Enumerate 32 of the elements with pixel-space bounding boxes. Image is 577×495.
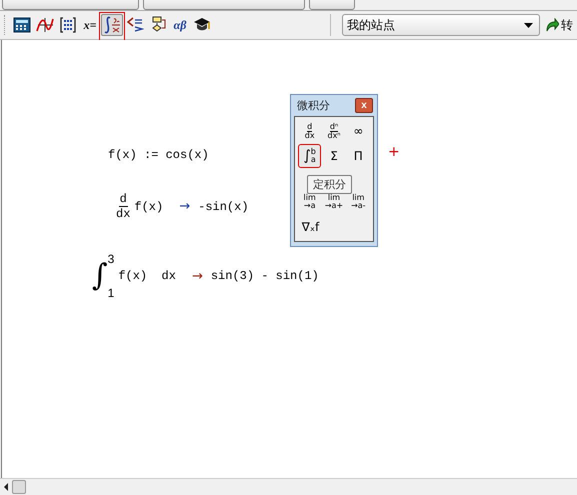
evaluation-toolbar-button[interactable]: x= bbox=[80, 14, 100, 36]
math-result: -sin(x) bbox=[198, 200, 249, 214]
comparison-icon bbox=[126, 16, 144, 34]
palette-button[interactable]: Π bbox=[346, 144, 370, 168]
integral-derivative-icon bbox=[103, 16, 121, 34]
dropdown-arrow-icon bbox=[524, 22, 533, 28]
palette-button[interactable]: ∇ₓf bbox=[298, 215, 323, 239]
tooltip: 定积分 bbox=[307, 175, 352, 194]
palette-title: 微积分 bbox=[297, 98, 330, 113]
symbolic-arrow: → bbox=[192, 268, 203, 284]
address-field[interactable]: 我的站点 bbox=[342, 14, 540, 36]
palette-button[interactable]: ∞ bbox=[346, 119, 370, 143]
crosshair-cursor: + bbox=[388, 144, 400, 160]
graph-icon bbox=[36, 16, 54, 34]
matrix-icon bbox=[59, 16, 77, 34]
go-button[interactable]: 转 bbox=[545, 16, 573, 34]
greek-toolbar-button[interactable]: αβ bbox=[170, 14, 190, 36]
palette-button[interactable]: d dx bbox=[298, 119, 322, 143]
math-expression: f(x) bbox=[134, 200, 164, 214]
palette-button[interactable]: Σ bbox=[322, 144, 346, 168]
close-button[interactable]: x bbox=[355, 98, 373, 113]
scroll-thumb[interactable] bbox=[12, 480, 26, 494]
math-result: sin(3) - sin(1) bbox=[210, 269, 319, 283]
math-expression: f(x) := cos(x) bbox=[108, 148, 209, 162]
scroll-left-icon[interactable] bbox=[4, 482, 8, 490]
palette-button[interactable]: dⁿ dxⁿ bbox=[322, 119, 346, 143]
math-expression: f(x) dx bbox=[118, 269, 176, 283]
symbolic-arrow: → bbox=[179, 199, 190, 214]
arrow-icon bbox=[545, 18, 559, 32]
derivative-operator: d dx bbox=[116, 192, 130, 221]
calculator-icon bbox=[13, 16, 31, 34]
horizontal-scrollbar[interactable] bbox=[0, 478, 577, 494]
